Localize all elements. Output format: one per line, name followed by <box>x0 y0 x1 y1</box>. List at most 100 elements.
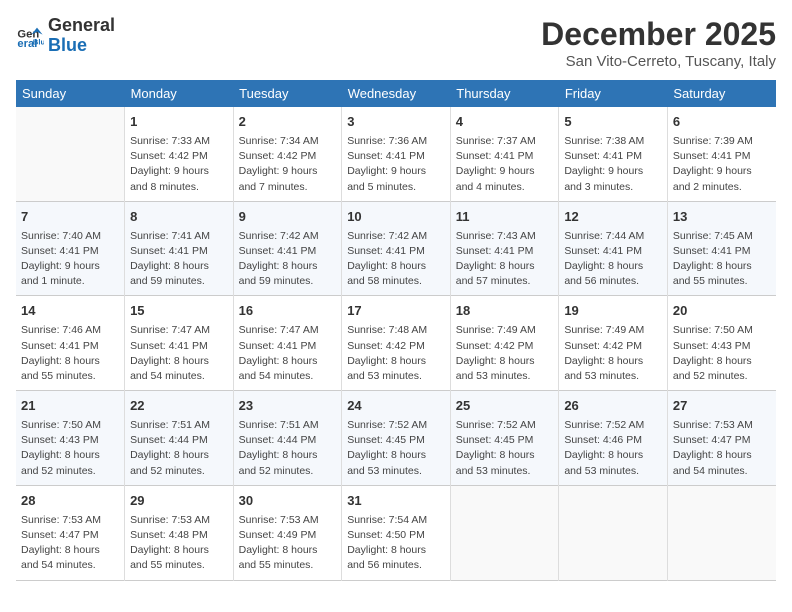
day-number: 19 <box>564 302 662 321</box>
calendar-cell: 22 Sunrise: 7:51 AM Sunset: 4:44 PM Dayli… <box>125 391 234 486</box>
calendar-cell: 12 Sunrise: 7:44 AM Sunset: 4:41 PM Dayli… <box>559 201 668 296</box>
calendar-cell: 19 Sunrise: 7:49 AM Sunset: 4:42 PM Dayli… <box>559 296 668 391</box>
day-number: 16 <box>239 302 337 321</box>
calendar-cell: 16 Sunrise: 7:47 AM Sunset: 4:41 PM Dayli… <box>233 296 342 391</box>
calendar-cell: 24Sunrise: 7:52 AM Sunset: 4:45 PM Dayli… <box>342 391 451 486</box>
day-number: 20 <box>673 302 771 321</box>
calendar-cell: 14 Sunrise: 7:46 AM Sunset: 4:41 PM Dayli… <box>16 296 125 391</box>
day-info: Sunrise: 7:44 AM Sunset: 4:41 PM Dayligh… <box>564 229 662 290</box>
calendar-cell: 6 Sunrise: 7:39 AM Sunset: 4:41 PM Daylig… <box>667 107 776 201</box>
calendar-cell: 21 Sunrise: 7:50 AM Sunset: 4:43 PM Dayli… <box>16 391 125 486</box>
day-info: Sunrise: 7:53 AM Sunset: 4:47 PM Dayligh… <box>673 418 771 479</box>
day-number: 22 <box>130 397 228 416</box>
day-info: Sunrise: 7:48 AM Sunset: 4:42 PM Dayligh… <box>347 323 445 384</box>
day-number: 13 <box>673 208 771 227</box>
day-info: Sunrise: 7:52 AM Sunset: 4:45 PM Dayligh… <box>456 418 554 479</box>
day-header-saturday: Saturday <box>667 80 776 107</box>
day-number: 9 <box>239 208 337 227</box>
calendar-cell: 13Sunrise: 7:45 AM Sunset: 4:41 PM Dayli… <box>667 201 776 296</box>
day-number: 17 <box>347 302 445 321</box>
calendar-cell: 25 Sunrise: 7:52 AM Sunset: 4:45 PM Dayli… <box>450 391 559 486</box>
day-header-thursday: Thursday <box>450 80 559 107</box>
day-number: 5 <box>564 113 662 132</box>
calendar-week-row: 1Sunrise: 7:33 AM Sunset: 4:42 PM Daylig… <box>16 107 776 201</box>
day-number: 10 <box>347 208 445 227</box>
calendar-week-row: 14 Sunrise: 7:46 AM Sunset: 4:41 PM Dayli… <box>16 296 776 391</box>
calendar-cell: 7Sunrise: 7:40 AM Sunset: 4:41 PM Daylig… <box>16 201 125 296</box>
day-info: Sunrise: 7:39 AM Sunset: 4:41 PM Dayligh… <box>673 134 771 195</box>
day-info: Sunrise: 7:52 AM Sunset: 4:46 PM Dayligh… <box>564 418 662 479</box>
day-number: 26 <box>564 397 662 416</box>
logo-text: General Blue <box>48 16 115 56</box>
day-number: 2 <box>239 113 337 132</box>
calendar-cell: 5 Sunrise: 7:38 AM Sunset: 4:41 PM Daylig… <box>559 107 668 201</box>
day-info: Sunrise: 7:54 AM Sunset: 4:50 PM Dayligh… <box>347 513 445 574</box>
calendar-cell: 23 Sunrise: 7:51 AM Sunset: 4:44 PM Dayli… <box>233 391 342 486</box>
day-number: 27 <box>673 397 771 416</box>
day-info: Sunrise: 7:33 AM Sunset: 4:42 PM Dayligh… <box>130 134 228 195</box>
day-info: Sunrise: 7:46 AM Sunset: 4:41 PM Dayligh… <box>21 323 119 384</box>
day-info: Sunrise: 7:53 AM Sunset: 4:48 PM Dayligh… <box>130 513 228 574</box>
day-number: 30 <box>239 492 337 511</box>
day-number: 24 <box>347 397 445 416</box>
day-number: 11 <box>456 208 554 227</box>
day-info: Sunrise: 7:51 AM Sunset: 4:44 PM Dayligh… <box>239 418 337 479</box>
calendar-cell <box>559 485 668 580</box>
day-info: Sunrise: 7:50 AM Sunset: 4:43 PM Dayligh… <box>673 323 771 384</box>
day-number: 14 <box>21 302 119 321</box>
title-area: December 2025 San Vito-Cerreto, Tuscany,… <box>541 16 776 70</box>
day-info: Sunrise: 7:47 AM Sunset: 4:41 PM Dayligh… <box>239 323 337 384</box>
calendar-cell: 17 Sunrise: 7:48 AM Sunset: 4:42 PM Dayli… <box>342 296 451 391</box>
day-number: 21 <box>21 397 119 416</box>
svg-text:Blue: Blue <box>33 37 44 46</box>
calendar-header-row: SundayMondayTuesdayWednesdayThursdayFrid… <box>16 80 776 107</box>
calendar-cell: 1Sunrise: 7:33 AM Sunset: 4:42 PM Daylig… <box>125 107 234 201</box>
day-number: 6 <box>673 113 771 132</box>
calendar-cell: 15 Sunrise: 7:47 AM Sunset: 4:41 PM Dayli… <box>125 296 234 391</box>
calendar-cell: 18Sunrise: 7:49 AM Sunset: 4:42 PM Dayli… <box>450 296 559 391</box>
calendar-cell: 31 Sunrise: 7:54 AM Sunset: 4:50 PM Dayli… <box>342 485 451 580</box>
calendar-cell: 2 Sunrise: 7:34 AM Sunset: 4:42 PM Daylig… <box>233 107 342 201</box>
calendar-cell: 3 Sunrise: 7:36 AM Sunset: 4:41 PM Daylig… <box>342 107 451 201</box>
calendar-cell: 11Sunrise: 7:43 AM Sunset: 4:41 PM Dayli… <box>450 201 559 296</box>
day-info: Sunrise: 7:50 AM Sunset: 4:43 PM Dayligh… <box>21 418 119 479</box>
day-info: Sunrise: 7:51 AM Sunset: 4:44 PM Dayligh… <box>130 418 228 479</box>
calendar-subtitle: San Vito-Cerreto, Tuscany, Italy <box>541 53 776 70</box>
day-number: 3 <box>347 113 445 132</box>
day-number: 15 <box>130 302 228 321</box>
calendar-week-row: 28 Sunrise: 7:53 AM Sunset: 4:47 PM Dayli… <box>16 485 776 580</box>
day-header-sunday: Sunday <box>16 80 125 107</box>
day-number: 23 <box>239 397 337 416</box>
calendar-title: December 2025 <box>541 16 776 53</box>
calendar-cell <box>450 485 559 580</box>
day-number: 29 <box>130 492 228 511</box>
day-number: 12 <box>564 208 662 227</box>
calendar-week-row: 7Sunrise: 7:40 AM Sunset: 4:41 PM Daylig… <box>16 201 776 296</box>
day-header-friday: Friday <box>559 80 668 107</box>
day-info: Sunrise: 7:38 AM Sunset: 4:41 PM Dayligh… <box>564 134 662 195</box>
calendar-cell <box>667 485 776 580</box>
calendar-cell: 4Sunrise: 7:37 AM Sunset: 4:41 PM Daylig… <box>450 107 559 201</box>
day-info: Sunrise: 7:37 AM Sunset: 4:41 PM Dayligh… <box>456 134 554 195</box>
day-header-monday: Monday <box>125 80 234 107</box>
day-info: Sunrise: 7:42 AM Sunset: 4:41 PM Dayligh… <box>347 229 445 290</box>
day-info: Sunrise: 7:36 AM Sunset: 4:41 PM Dayligh… <box>347 134 445 195</box>
day-number: 31 <box>347 492 445 511</box>
calendar-cell <box>16 107 125 201</box>
day-info: Sunrise: 7:49 AM Sunset: 4:42 PM Dayligh… <box>564 323 662 384</box>
day-number: 28 <box>21 492 119 511</box>
calendar-table: SundayMondayTuesdayWednesdayThursdayFrid… <box>16 80 776 581</box>
calendar-week-row: 21 Sunrise: 7:50 AM Sunset: 4:43 PM Dayli… <box>16 391 776 486</box>
day-info: Sunrise: 7:42 AM Sunset: 4:41 PM Dayligh… <box>239 229 337 290</box>
day-number: 18 <box>456 302 554 321</box>
day-number: 25 <box>456 397 554 416</box>
calendar-cell: 26 Sunrise: 7:52 AM Sunset: 4:46 PM Dayli… <box>559 391 668 486</box>
day-number: 8 <box>130 208 228 227</box>
day-info: Sunrise: 7:47 AM Sunset: 4:41 PM Dayligh… <box>130 323 228 384</box>
day-info: Sunrise: 7:53 AM Sunset: 4:49 PM Dayligh… <box>239 513 337 574</box>
day-info: Sunrise: 7:34 AM Sunset: 4:42 PM Dayligh… <box>239 134 337 195</box>
day-info: Sunrise: 7:53 AM Sunset: 4:47 PM Dayligh… <box>21 513 119 574</box>
page-header: Gen eral Blue General Blue December 2025… <box>16 16 776 70</box>
day-info: Sunrise: 7:41 AM Sunset: 4:41 PM Dayligh… <box>130 229 228 290</box>
day-header-tuesday: Tuesday <box>233 80 342 107</box>
